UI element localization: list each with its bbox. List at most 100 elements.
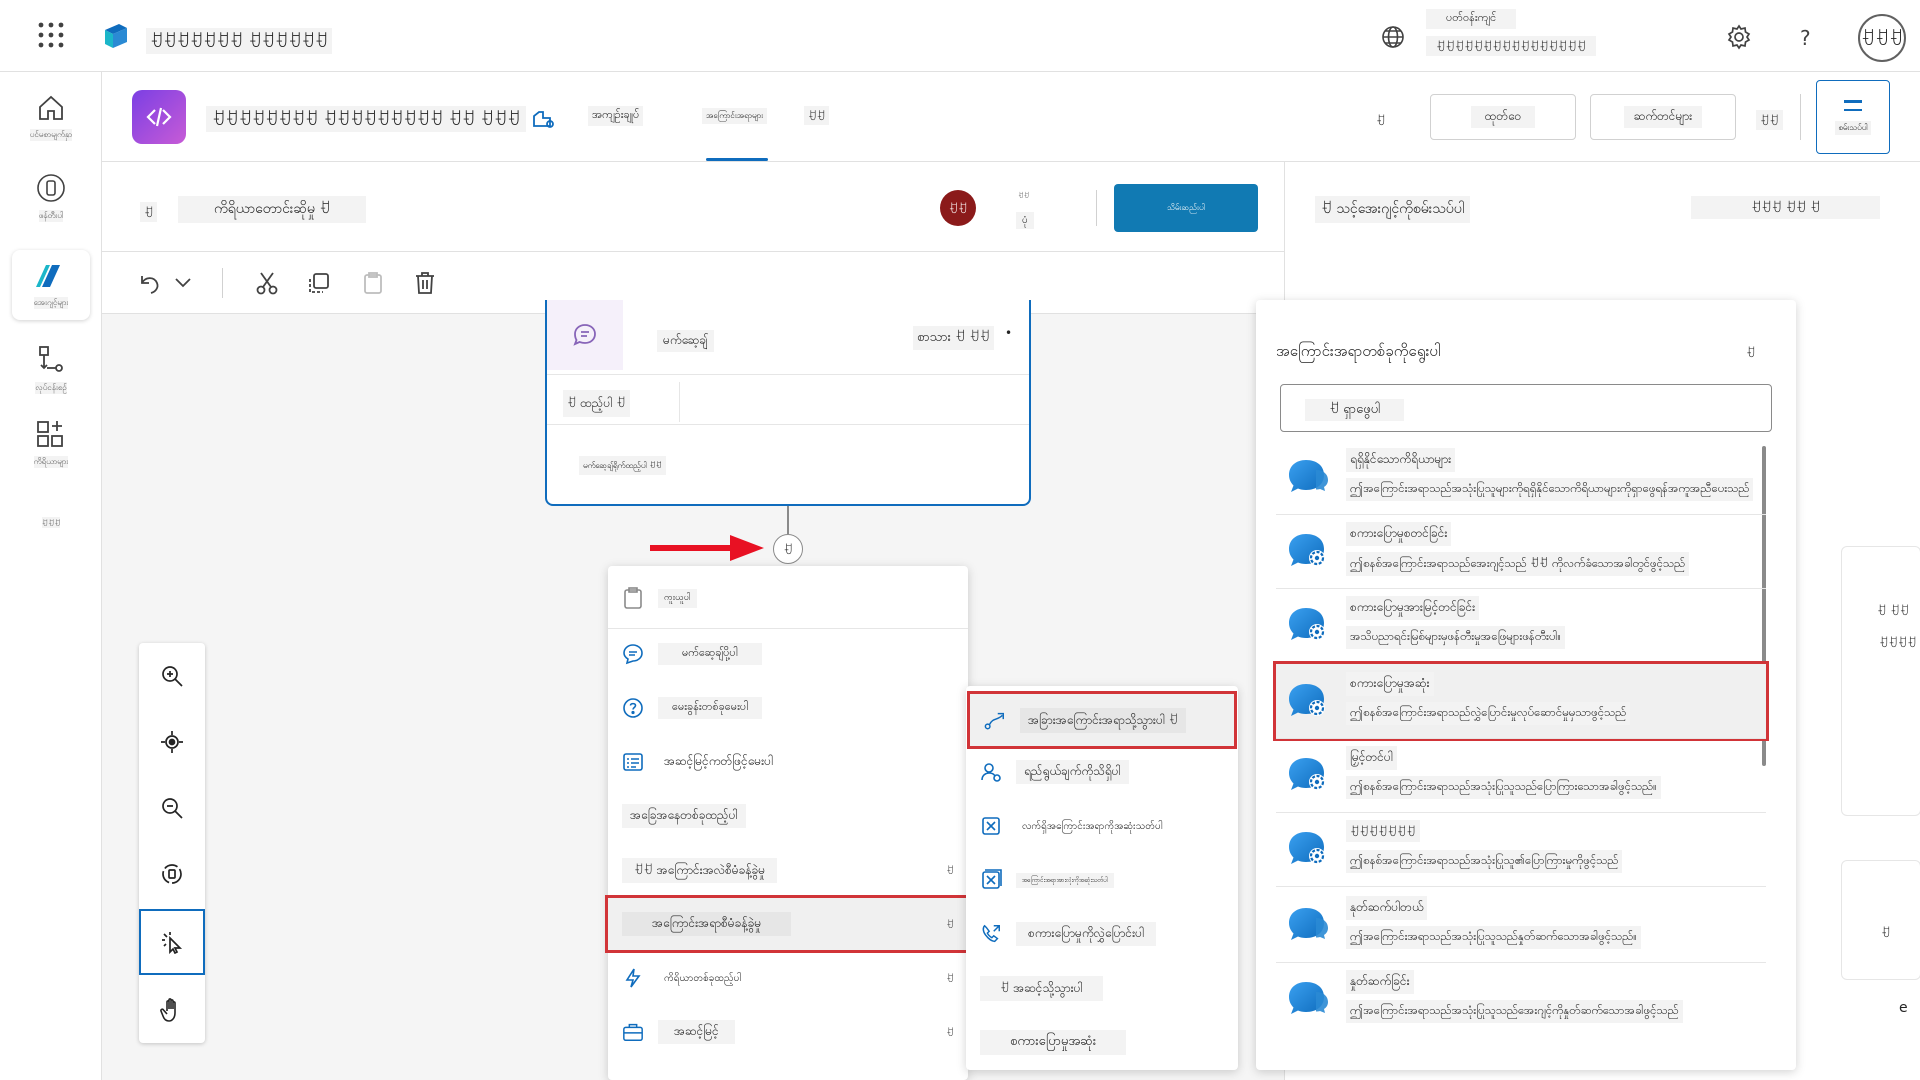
settings-gear-icon[interactable]: [1726, 24, 1752, 50]
close-icon[interactable]: ꀀ: [1746, 344, 1755, 360]
save-button-label: သိမ်းဆည်းပါ: [1167, 203, 1205, 212]
variable-management-menu-item[interactable]: ꀀꀀ အကြောင်းအလဲစီမံခန့်ခွဲမှု ꀀ: [608, 844, 968, 896]
go-to-step-menu-item[interactable]: ꀀ အဆင့်သို့သွားပါ: [966, 962, 1238, 1014]
ask-question-menu-item[interactable]: မေးခွန်းတစ်ခုမေးပါ: [608, 682, 968, 734]
zoom-out-icon[interactable]: [139, 775, 205, 841]
agents-icon: [36, 265, 60, 287]
environment-value[interactable]: ꀀꀀꀀꀀꀀꀀꀀꀀꀀꀀꀀꀀꀀꀀꀀꀀ: [1426, 36, 1596, 56]
topic-management-menu-item[interactable]: အကြောင်းအရာစီမံခန့်ခွဲမှု ꀀ: [605, 895, 971, 953]
chevron-right-icon: ꀀ: [946, 973, 954, 985]
test-pane-actions[interactable]: ꀀꀀꀀ ꀀꀀ ꀀ: [1691, 196, 1881, 219]
node-more-button[interactable]: •: [1005, 326, 1012, 340]
focus-icon[interactable]: [139, 709, 205, 775]
tab-overview[interactable]: အကျဉ်းချုပ်: [588, 106, 644, 126]
more-actions-button[interactable]: ꀀꀀ: [1756, 110, 1783, 130]
user-avatar[interactable]: ꀀꀀꀀ: [1858, 14, 1906, 62]
insert-divider: [679, 382, 680, 422]
zoom-in-icon[interactable]: [139, 643, 205, 709]
topic-list-item[interactable]: စကားပြောမှုအားမြင့်တင်ခြင်း အသိပညာရင်းမြစ…: [1276, 588, 1766, 663]
message-type-dropdown[interactable]: စာသား ꀀ ꀀꀀ: [913, 326, 994, 350]
message-text-input[interactable]: မက်ဆေ့ချ်ရိုက်ထည့်ပါ ꀀꀀ: [579, 456, 666, 475]
end-conversation-menu-item[interactable]: စကားပြောမှုအဆုံး: [966, 1016, 1238, 1068]
rail-item-tools[interactable]: ကိရိယာများ: [12, 408, 90, 478]
add-condition-menu-item[interactable]: အခြေအနေတစ်ခုထည့်ပါ: [608, 790, 968, 842]
topic-list-item[interactable]: နုတ်ဆက်ပါတယ်ဤအကြောင်းအရာသည်အသုံးပြုသူသည်…: [1276, 888, 1766, 963]
insert-button[interactable]: ꀀ ထည့်ပါ ꀀ: [563, 390, 630, 417]
publish-button[interactable]: ထုတ်ဝေ: [1430, 94, 1576, 140]
add-node-button[interactable]: ꀀ: [773, 534, 803, 564]
environment-icon[interactable]: [1380, 24, 1406, 50]
topic-list-item[interactable]: စကားပြောမှုအဆုံးဤစနစ်အကြောင်းအရာသည်လွှဲပ…: [1273, 661, 1769, 741]
node-separator-2: [547, 424, 1029, 425]
tab-topics-underline: [706, 158, 768, 161]
code-icon: [146, 107, 172, 127]
product-logo-icon: [101, 22, 131, 50]
advanced-menu-item[interactable]: အဆင့်မြင့် ꀀ: [608, 1006, 968, 1058]
adaptive-card-menu-item[interactable]: အဆင့်မြင့်ကတ်ဖြင့်မေးပါ: [608, 736, 968, 788]
menu-item-label: လက်ရှိအကြောင်းအရာကိုအဆုံးသတ်ပါ: [1022, 820, 1163, 832]
topic-list-item[interactable]: စကားပြောမှုစတင်ခြင်း ဤစနစ်အကြောင်းအရာသည်အ…: [1276, 514, 1766, 589]
pan-icon[interactable]: [139, 977, 205, 1043]
send-message-menu-item[interactable]: မက်ဆေ့ချ်ပို့ပါ: [608, 628, 968, 680]
app-launcher-icon[interactable]: [36, 20, 66, 50]
topic-description: ဤအကြောင်းအရာသည်အသုံးပြုသူသည်နှုတ်ဆက်သောအ…: [1346, 926, 1641, 949]
copy-icon[interactable]: [306, 270, 332, 296]
topic-list-item[interactable]: ꀀꀀꀀꀀꀀꀀꀀ ဤစနစ်အကြောင်းအရာသည်အသုံးပြုသူ၏ပြေ…: [1276, 812, 1766, 887]
topic-title: စကားပြောမှုအဆုံး: [1346, 672, 1434, 696]
menu-item-label: စကားပြောမှုအဆုံး: [980, 1029, 1127, 1055]
chat-icon: [1286, 976, 1330, 1020]
menu-item-label: အကြောင်းအရာစီမံခန့်ခွဲမှု: [622, 912, 792, 936]
cut-icon[interactable]: [254, 270, 280, 296]
minimap-icon[interactable]: [139, 841, 205, 907]
undo-icon[interactable]: [136, 270, 162, 296]
save-button[interactable]: သိမ်းဆည်းပါ: [1114, 184, 1258, 232]
add-tool-menu-item[interactable]: ကိရိယာတစ်ခုထည့်ပါ ꀀ: [608, 952, 968, 1004]
paste-menu-item: ကူးယူပါ: [608, 572, 968, 624]
topic-name[interactable]: ကိရိယာတောင်းဆိုမှု ꀀ: [178, 196, 367, 223]
topic-list-item[interactable]: ရရှိနိုင်သောကိရိယာများ ဤအကြောင်းအရာသည်အသု…: [1276, 440, 1766, 515]
back-button[interactable]: ꀀ: [140, 202, 158, 222]
rail-item-more[interactable]: ꀀꀀꀀ: [12, 502, 90, 542]
rail-item-flows[interactable]: လုပ်ငန်းစဉ်: [12, 334, 90, 404]
undo-dropdown-chevron-icon[interactable]: [174, 276, 192, 290]
end-all-topics-menu-item[interactable]: အကြောင်းအရာအားလုံးကိုအဆုံးသတ်ပါ: [966, 854, 1238, 906]
environment-label: ပတ်ဝန်းကျင်: [1426, 9, 1517, 29]
tab-more[interactable]: ꀀꀀ: [804, 106, 830, 125]
recognize-icon: [980, 761, 1002, 783]
topic-description: ဤစနစ်အကြောင်းအရာသည်လွှဲပြောင်းမှုလုပ်ဆော…: [1346, 702, 1631, 725]
topic-title: နုတ်ဆက်ပါတယ်: [1346, 896, 1428, 920]
agent-icon[interactable]: [530, 106, 556, 132]
end-current-topic-menu-item[interactable]: လက်ရှိအကြောင်းအရာကိုအဆုံးသတ်ပါ: [966, 800, 1238, 852]
message-icon: [622, 643, 644, 665]
tab-topics[interactable]: အကြောင်းအရာများ: [702, 108, 768, 124]
help-button[interactable]: ?: [1800, 26, 1811, 50]
test-pane-peek-text-3[interactable]: ꀀ: [1881, 924, 1890, 940]
topic-list-item[interactable]: မြှင့်တင်ပါ ဤစနစ်အကြောင်းအရာသည်အသုံးပြုသူ…: [1276, 738, 1766, 813]
delete-icon[interactable]: [412, 270, 438, 296]
test-pane-title: ꀀ သင့်အေးဂျင့်ကိုစမ်းသပ်ပါ: [1315, 196, 1471, 223]
user-avatar-initials: ꀀꀀ: [948, 202, 968, 216]
briefcase-icon: [622, 1021, 644, 1043]
small-action-button[interactable]: ꀀ: [1376, 112, 1385, 128]
test-pane-peek-text-4: e: [1899, 1000, 1908, 1016]
paste-icon: [360, 270, 386, 296]
transfer-icon: [980, 923, 1002, 945]
settings-button[interactable]: ဆက်တင်များ: [1590, 94, 1736, 140]
transfer-conversation-menu-item[interactable]: စကားပြောမှုကိုလွှဲပြောင်းပါ: [966, 908, 1238, 960]
test-agent-button[interactable]: စမ်းသပ်ပါ: [1816, 80, 1890, 154]
rail-item-create[interactable]: ဖန်တီးပါ: [12, 162, 90, 232]
agent-avatar: [132, 90, 186, 144]
agent-header: ꀀꀀꀀꀀꀀꀀꀀꀀ ꀀꀀꀀꀀꀀꀀꀀꀀꀀ ꀀꀀ ꀀꀀꀀ အကျဉ်းချုပ် အက…: [102, 72, 1920, 162]
select-icon[interactable]: [139, 909, 205, 975]
rail-item-home[interactable]: ပင်မစာမျက်နှာ: [12, 82, 90, 152]
rail-item-label: ပင်မစာမျက်နှာ: [29, 129, 73, 141]
topic-list-item[interactable]: နှုတ်ဆက်ခြင်း ဤအကြောင်းအရာသည်အသုံးပြုသူသည…: [1276, 962, 1766, 1036]
recognize-intent-menu-item[interactable]: ရည်ရွယ်ချက်ကိုသိရှိပါ: [966, 746, 1238, 798]
bolt-icon: [622, 967, 644, 989]
topic-search-input[interactable]: ꀀ ရှာဖွေပါ: [1280, 384, 1772, 432]
message-node[interactable]: မက်ဆေ့ချ် စာသား ꀀ ꀀꀀ • ꀀ ထည့်ပါ ꀀ မက်ဆေ့…: [545, 300, 1031, 506]
publish-button-label: ထုတ်ဝေ: [1470, 106, 1536, 128]
system-chat-icon: [1286, 826, 1330, 870]
redirect-topic-menu-item[interactable]: အခြားအကြောင်းအရာသို့သွားပါ ꀀ: [967, 691, 1237, 749]
rail-item-agents[interactable]: အေးဂျင့်များ: [12, 250, 90, 320]
